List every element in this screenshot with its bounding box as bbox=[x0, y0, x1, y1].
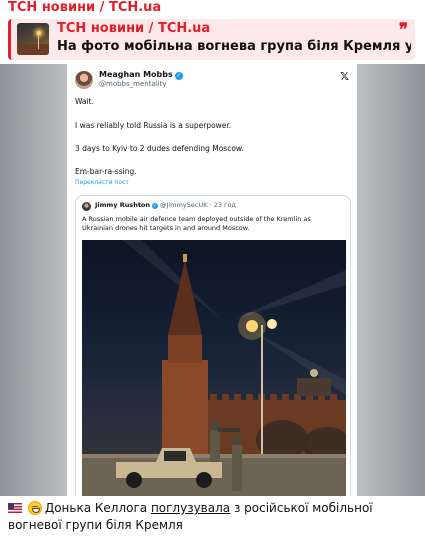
post-caption: Донька Келлога поглузувала з російської … bbox=[8, 500, 418, 534]
quoted-text: A Russian mobile air defence team deploy… bbox=[82, 215, 311, 223]
tweet-line: I was reliably told Russia is a superpow… bbox=[75, 121, 232, 130]
reply-preview[interactable]: ТСН новини / TCH.ua На фото мобільна вог… bbox=[8, 19, 415, 60]
x-logo-icon: 𝕏 bbox=[340, 70, 349, 83]
caption-link[interactable]: поглузувала bbox=[151, 501, 230, 515]
quoted-header: Jimmy Rushton ✓ @JimmySecUK · 23 год bbox=[95, 201, 236, 209]
avatar bbox=[75, 71, 93, 89]
caption-text: Донька Келлога bbox=[44, 501, 151, 515]
post-media[interactable]: Meaghan Mobbs ✓ @mobbs_mentality 𝕏 Wait. … bbox=[0, 64, 425, 496]
tweet-line: Em-bar-ra-ssing. bbox=[75, 167, 137, 176]
tweet-author: Meaghan Mobbs ✓ bbox=[99, 70, 183, 80]
quoted-tweet: Jimmy Rushton ✓ @JimmySecUK · 23 год A Rus… bbox=[75, 195, 351, 496]
tweet-line: Wait. bbox=[75, 97, 94, 106]
reply-text: На фото мобільна вогнева група біля Крем… bbox=[57, 39, 411, 54]
reply-thumbnail bbox=[17, 23, 49, 55]
grinning-face-icon bbox=[27, 501, 42, 515]
tweet-handle: @mobbs_mentality bbox=[99, 80, 167, 88]
us-flag-icon bbox=[8, 503, 22, 513]
verified-icon: ✓ bbox=[174, 72, 183, 80]
verified-icon: ✓ bbox=[152, 203, 159, 209]
quoted-text: Ukrainian drones hit targets in and arou… bbox=[82, 224, 250, 232]
tweet-line: 3 days to Kyiv to 2 dudes defending Mosc… bbox=[75, 144, 244, 153]
translate-link: Перекласти пост bbox=[75, 179, 129, 186]
quote-icon: ❞ bbox=[398, 20, 408, 40]
kremlin-photo bbox=[82, 240, 346, 496]
channel-title[interactable]: ТСН новини / TCH.ua bbox=[8, 0, 161, 18]
reply-author: ТСН новини / TCH.ua bbox=[57, 21, 211, 36]
quoted-avatar bbox=[82, 202, 91, 211]
tweet-screenshot: Meaghan Mobbs ✓ @mobbs_mentality 𝕏 Wait. … bbox=[67, 64, 357, 496]
